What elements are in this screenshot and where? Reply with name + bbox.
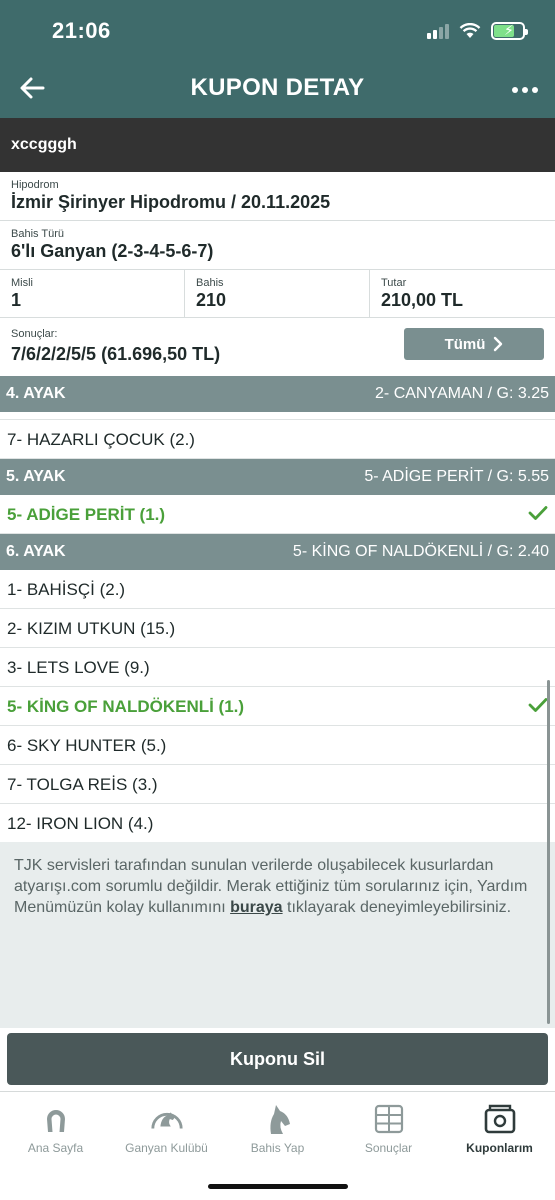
wifi-icon	[459, 23, 481, 38]
runner-row: 2- KIZIM UTKUN (15.)	[0, 609, 555, 648]
hipodrom-row: Hipodrom İzmir Şirinyer Hipodromu / 20.1…	[0, 172, 555, 221]
runner-name: 7- TOLGA REİS (3.)	[7, 775, 158, 794]
home-indicator	[208, 1184, 348, 1189]
runner-row-winner: 5- ADİGE PERİT (1.)	[0, 495, 555, 534]
runner-name: 2- KIZIM UTKUN (15.)	[7, 619, 176, 638]
leg-title: 6. AYAK	[6, 543, 66, 560]
tab-label: Sonuçlar	[364, 1141, 413, 1155]
results-label: Sonuçlar:	[11, 328, 58, 340]
more-options-button[interactable]	[511, 76, 539, 104]
runner-name: 7- HAZARLI ÇOCUK (2.)	[7, 430, 195, 449]
tab-place-bet[interactable]: Bahis Yap	[222, 1092, 333, 1162]
runner-row: 12- IRON LION (4.)	[0, 804, 555, 843]
bet-type-value: 6'lı Ganyan (2-3-4-5-6-7)	[11, 241, 214, 261]
tab-label: Ana Sayfa	[27, 1141, 84, 1155]
runner-row: 1- BAHİSÇİ (2.)	[0, 570, 555, 609]
stat-label: Bahis	[196, 277, 224, 289]
tab-label: Kuponlarım	[466, 1141, 533, 1155]
delete-coupon-button[interactable]: Kuponu Sil	[7, 1033, 548, 1085]
tab-ganyan-club[interactable]: Ganyan Kulübü	[111, 1092, 222, 1162]
leg-winner: 5- KİNG OF NALDÖKENLİ / G: 2.40	[292, 543, 549, 560]
runner-row: 3- LETS LOVE (9.)	[0, 648, 555, 687]
cellular-signal-icon	[427, 23, 449, 39]
all-results-label: Tümü	[444, 335, 486, 353]
runner-name: 1- BAHİSÇİ (2.)	[7, 580, 126, 599]
status-time: 21:06	[52, 18, 111, 43]
runner-row: 7- TOLGA REİS (3.)	[0, 765, 555, 804]
stat-value: 210	[196, 290, 227, 310]
tab-label: Ganyan Kulübü	[125, 1141, 208, 1155]
leg-winner: 2- CANYAMAN / G: 3.25	[375, 385, 549, 402]
disclaimer-text: TJK servisleri tarafından sunulan verile…	[0, 842, 555, 1028]
battery-icon: ⚡	[491, 22, 528, 40]
hipodrom-label: Hipodrom	[11, 179, 59, 191]
runner-row-winner: 5- KİNG OF NALDÖKENLİ (1.)	[0, 687, 555, 726]
chevron-right-icon	[494, 336, 503, 352]
stat-bahis: Bahis 210	[185, 270, 370, 318]
tab-label: Bahis Yap	[250, 1141, 305, 1155]
coupon-name: xccgggh	[0, 118, 555, 172]
bet-type-label: Bahis Türü	[11, 228, 64, 240]
results-grid-icon	[374, 1104, 403, 1134]
help-link[interactable]: buraya	[230, 899, 282, 916]
runner-row: 7- HAZARLI ÇOCUK (2.)	[0, 420, 555, 459]
tab-my-coupons[interactable]: Kuponlarım	[444, 1092, 555, 1162]
runner-name: 12- IRON LION (4.)	[7, 814, 154, 833]
leg-header: 5. AYAK 5- ADİGE PERİT / G: 5.55	[0, 459, 555, 495]
status-icons: ⚡	[427, 20, 528, 42]
horse-gauge-icon	[150, 1112, 183, 1129]
disclaimer-body-end: tıklayarak deneyimleyebilirsiniz.	[282, 899, 512, 916]
list-divider	[0, 412, 555, 420]
stat-value: 1	[11, 290, 22, 310]
coupon-icon	[484, 1104, 515, 1134]
hipodrom-value: İzmir Şirinyer Hipodromu / 20.11.2025	[11, 192, 331, 212]
results-row: Sonuçlar: 7/6/2/2/5/5 (61.696,50 TL) Tüm…	[0, 318, 555, 376]
leg-header: 6. AYAK 5- KİNG OF NALDÖKENLİ / G: 2.40	[0, 534, 555, 570]
leg-title: 4. AYAK	[6, 385, 66, 402]
runner-name: 5- ADİGE PERİT (1.)	[7, 505, 166, 524]
runner-name: 5- KİNG OF NALDÖKENLİ (1.)	[7, 697, 245, 716]
runner-name: 6- SKY HUNTER (5.)	[7, 736, 167, 755]
runner-row: 6- SKY HUNTER (5.)	[0, 726, 555, 765]
tab-home[interactable]: Ana Sayfa	[0, 1092, 111, 1162]
leg-header: 4. AYAK 2- CANYAMAN / G: 3.25	[0, 376, 555, 412]
stat-misli: Misli 1	[0, 270, 185, 318]
horse-head-icon	[269, 1105, 290, 1134]
horseshoe-icon	[46, 1110, 65, 1132]
results-value: 7/6/2/2/5/5 (61.696,50 TL)	[11, 344, 221, 364]
tab-results[interactable]: Sonuçlar	[333, 1092, 444, 1162]
stats-row: Misli 1 Bahis 210 Tutar 210,00 TL	[0, 270, 555, 318]
app-header: 21:06 ⚡ KUPON DETAY	[0, 0, 555, 118]
scrollbar[interactable]	[547, 680, 550, 1024]
runner-name: 3- LETS LOVE (9.)	[7, 658, 150, 677]
checkmark-icon	[528, 698, 548, 712]
more-dots-icon	[512, 87, 518, 93]
checkmark-icon	[528, 506, 548, 520]
leg-title: 5. AYAK	[6, 468, 66, 485]
stat-tutar: Tutar 210,00 TL	[370, 270, 555, 318]
page-title: KUPON DETAY	[190, 74, 365, 101]
stat-label: Tutar	[381, 277, 407, 289]
leg-winner: 5- ADİGE PERİT / G: 5.55	[364, 468, 549, 485]
stat-value: 210,00 TL	[381, 290, 464, 310]
all-results-button[interactable]: Tümü	[404, 328, 544, 360]
bet-type-row: Bahis Türü 6'lı Ganyan (2-3-4-5-6-7)	[0, 221, 555, 270]
stat-label: Misli	[11, 277, 33, 289]
